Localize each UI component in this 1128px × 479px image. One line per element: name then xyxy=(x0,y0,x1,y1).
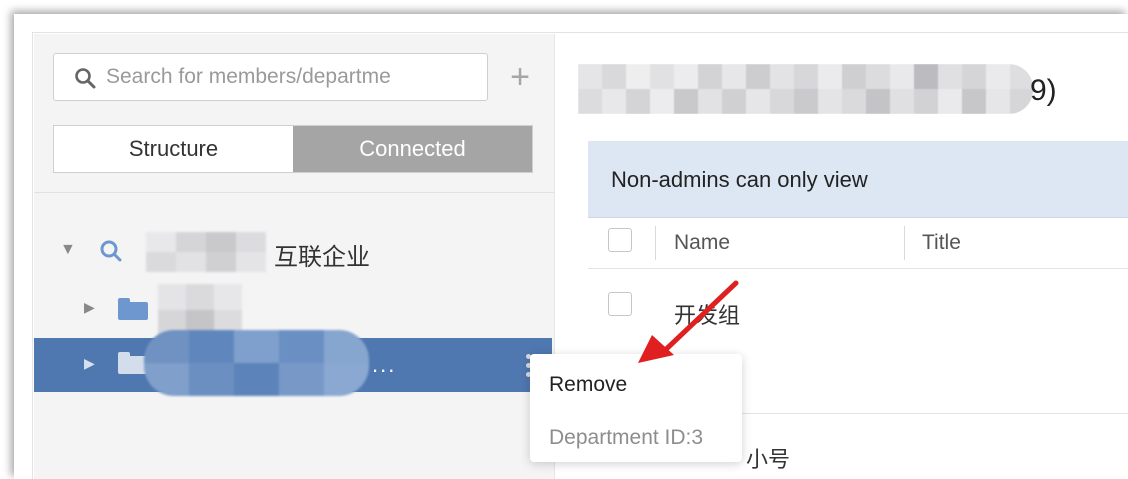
triangle-right-icon[interactable]: ▶ xyxy=(84,355,95,372)
folder-icon xyxy=(118,298,148,320)
column-header-title[interactable]: Title xyxy=(922,231,961,255)
tree-item[interactable]: ▶ xyxy=(34,282,554,336)
tree-root-label: 互联企业 xyxy=(274,244,370,271)
search-icon xyxy=(75,68,96,89)
search-input[interactable] xyxy=(106,62,476,92)
remove-menu-item[interactable]: Remove xyxy=(549,373,627,397)
department-id-label: Department ID:3 xyxy=(549,426,704,449)
notice-text: Non-admins can only view xyxy=(611,167,868,192)
blurred-text xyxy=(144,330,369,396)
blurred-text xyxy=(146,232,286,272)
notice-banner: Non-admins can only view xyxy=(588,141,1128,218)
column-divider xyxy=(655,226,656,260)
row-name-partial: 小号 xyxy=(746,447,791,472)
page-title-suffix: 9) xyxy=(1030,74,1057,107)
search-box[interactable] xyxy=(53,53,488,101)
tree-item-selected[interactable]: ▶ ... xyxy=(34,330,552,396)
tree-root[interactable]: ▼ 互联企业 xyxy=(34,224,554,278)
triangle-right-icon[interactable]: ▶ xyxy=(84,299,95,316)
annotation-arrow-icon xyxy=(638,280,739,363)
table-header: Name Title xyxy=(588,218,1128,269)
column-header-name[interactable]: Name xyxy=(674,231,730,255)
select-all-checkbox[interactable] xyxy=(608,228,632,252)
divider xyxy=(34,192,554,193)
view-toggle: Structure Connected xyxy=(53,125,533,173)
tab-structure[interactable]: Structure xyxy=(54,126,293,172)
plus-icon[interactable]: + xyxy=(505,60,535,94)
truncated-label: ... xyxy=(372,352,397,377)
blurred-text xyxy=(158,284,270,336)
triangle-down-icon[interactable]: ▼ xyxy=(60,241,76,259)
blurred-title xyxy=(578,64,1033,114)
row-checkbox[interactable] xyxy=(608,292,632,316)
tab-connected[interactable]: Connected xyxy=(293,126,532,172)
connected-org-icon xyxy=(100,240,122,262)
column-divider xyxy=(904,226,905,260)
